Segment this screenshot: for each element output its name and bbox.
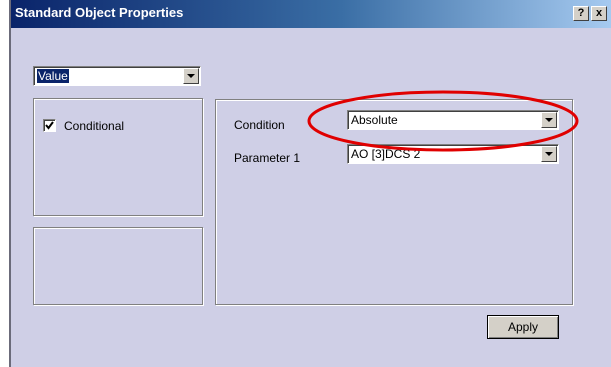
condition-panel: Condition Absolute Parameter 1 AO [3]DCS… [215,99,573,305]
parameter1-select-value: AO [3]DCS 2 [351,147,421,161]
condition-select[interactable]: Absolute [347,110,559,130]
parameter1-select[interactable]: AO [3]DCS 2 [347,144,559,164]
condition-label: Condition [234,118,285,132]
window-title: Standard Object Properties [15,5,184,20]
condition-select-value: Absolute [351,113,398,127]
checkmark-icon [45,121,54,130]
title-bar: Standard Object Properties ? x [11,0,611,28]
apply-button[interactable]: Apply [487,315,559,339]
chevron-down-icon[interactable] [183,68,199,84]
empty-panel [33,227,203,305]
chevron-down-icon[interactable] [541,146,557,162]
type-select-value: Value [37,69,69,83]
conditional-panel: Conditional [33,98,203,216]
type-select[interactable]: Value [33,66,201,86]
parameter1-label: Parameter 1 [234,151,301,165]
help-button[interactable]: ? [573,6,589,21]
chevron-down-icon[interactable] [541,112,557,128]
close-button[interactable]: x [591,6,607,21]
conditional-checkbox[interactable] [43,119,56,132]
properties-dialog: Standard Object Properties ? x Value Con… [9,0,611,367]
conditional-label: Conditional [64,119,125,133]
